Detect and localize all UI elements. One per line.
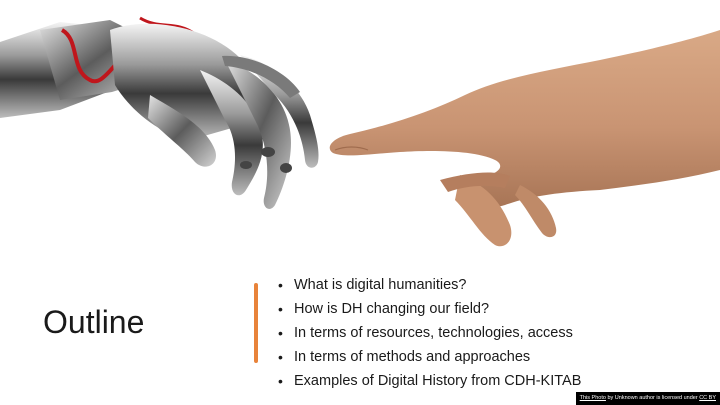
list-item-text: In terms of resources, technologies, acc… bbox=[294, 325, 573, 341]
license-link[interactable]: CC BY bbox=[699, 395, 716, 401]
slide: Outline • What is digital humanities? • Ho… bbox=[0, 0, 720, 405]
list-item: • What is digital humanities? bbox=[276, 273, 581, 297]
list-item: • In terms of resources, technologies, ac… bbox=[276, 321, 581, 345]
list-item-text: What is digital humanities? bbox=[294, 277, 467, 293]
bullet-icon: • bbox=[278, 277, 283, 293]
list-item-text: Examples of Digital History from CDH-KIT… bbox=[294, 373, 582, 389]
list-item: • Examples of Digital History from CDH-KI… bbox=[276, 369, 581, 393]
list-item: • How is DH changing our field? bbox=[276, 297, 581, 321]
slide-title: Outline bbox=[43, 304, 145, 340]
image-credit: This Photo by Unknown author is licensed… bbox=[575, 392, 720, 405]
list-item: • In terms of methods and approaches bbox=[276, 345, 581, 369]
bullet-icon: • bbox=[278, 301, 283, 317]
list-item-text: In terms of methods and approaches bbox=[294, 349, 531, 365]
list-item-text: How is DH changing our field? bbox=[294, 301, 490, 317]
outline-list: • What is digital humanities? • How is DH … bbox=[276, 273, 581, 393]
robot-and-human-hand-image bbox=[0, 16, 720, 247]
credit-text: by Unknown author is licensed under bbox=[605, 395, 700, 401]
bullet-icon: • bbox=[278, 325, 283, 341]
human-hand bbox=[329, 30, 720, 247]
photo-credit-link[interactable]: This Photo bbox=[580, 395, 606, 401]
bullet-icon: • bbox=[278, 373, 283, 389]
accent-bar bbox=[254, 283, 258, 363]
bullet-icon: • bbox=[278, 349, 283, 365]
robot-hand bbox=[0, 16, 319, 209]
